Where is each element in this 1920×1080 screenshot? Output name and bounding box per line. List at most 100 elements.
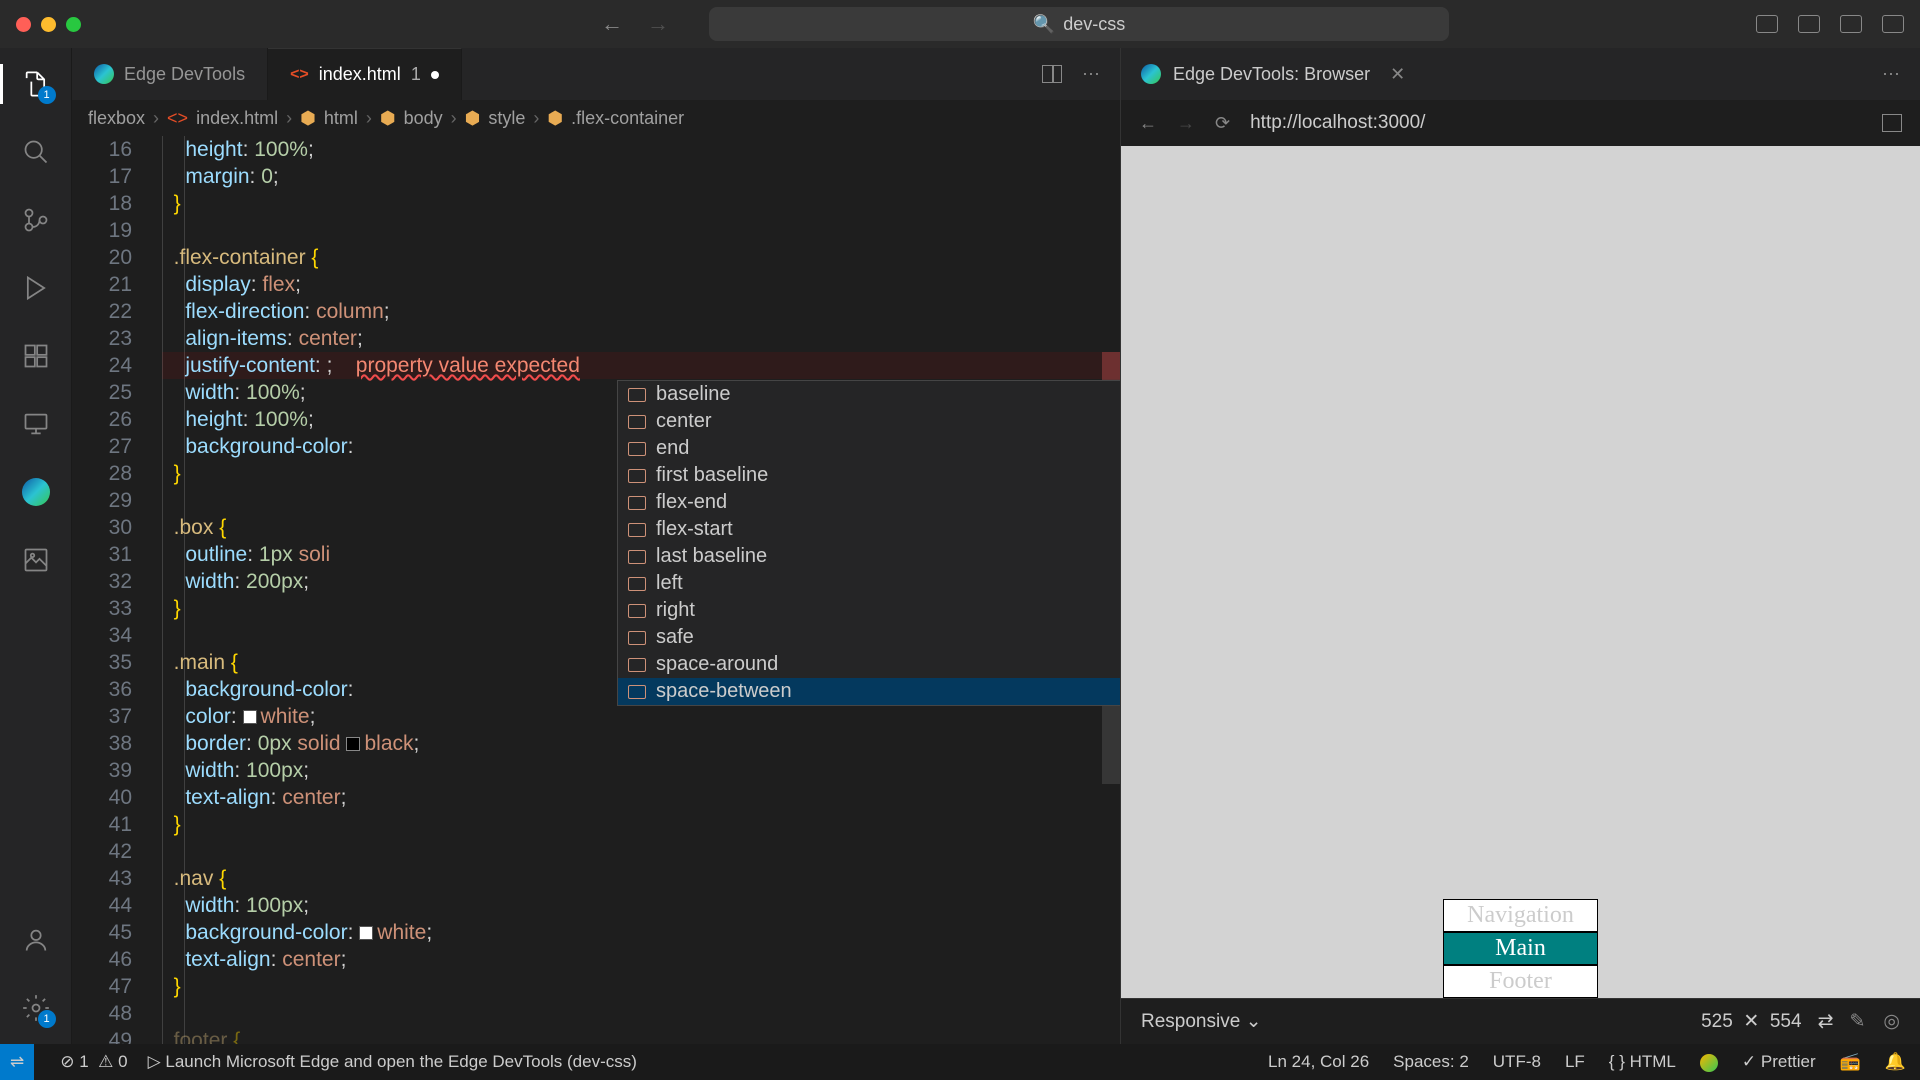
more-icon[interactable]: ⋯	[1882, 64, 1900, 85]
titlebar: ← → 🔍 dev-css	[0, 0, 1920, 48]
edge-devtools-icon[interactable]	[20, 476, 52, 508]
breadcrumb-item[interactable]: flexbox	[88, 108, 145, 129]
tab-label: Edge DevTools	[124, 64, 245, 85]
nav-back-button[interactable]: ←	[601, 11, 623, 37]
modified-indicator	[431, 71, 439, 79]
window-controls	[16, 17, 81, 32]
run-debug-icon[interactable]	[20, 272, 52, 304]
editor-area: Edge DevTools <> index.html 1 ⋯ flexbox›…	[72, 48, 1120, 1044]
autocomplete-popup[interactable]: baselinecenterendfirst baselineflex-endf…	[617, 380, 1120, 706]
responsive-dropdown[interactable]: Responsive ⌄	[1141, 1010, 1261, 1033]
autocomplete-item[interactable]: flex-end	[618, 489, 1120, 516]
prettier-status[interactable]: ✓ Prettier	[1742, 1052, 1816, 1072]
cursor-position[interactable]: Ln 24, Col 26	[1268, 1052, 1369, 1072]
browser-forward-icon[interactable]: →	[1177, 113, 1195, 134]
property-icon	[628, 658, 646, 672]
autocomplete-item[interactable]: baseline	[618, 381, 1120, 408]
tab-label: index.html	[319, 64, 401, 85]
remote-indicator[interactable]: ⇌	[0, 1044, 34, 1080]
browser-panel: Edge DevTools: Browser ✕ ⋯ ← → ⟳ http://…	[1120, 48, 1920, 1044]
maximize-window-button[interactable]	[66, 17, 81, 32]
explorer-icon[interactable]: 1	[20, 68, 52, 100]
property-icon	[628, 388, 646, 402]
property-icon	[628, 631, 646, 645]
property-icon	[628, 496, 646, 510]
breadcrumb-item[interactable]: style	[488, 108, 525, 129]
code-editor[interactable]: 1617181920212223242526272829303132333435…	[72, 136, 1120, 1044]
autocomplete-item[interactable]: last baseline	[618, 543, 1120, 570]
search-icon: 🔍	[1033, 14, 1055, 35]
tab-edge-devtools[interactable]: Edge DevTools	[72, 48, 268, 100]
layout-icon-4[interactable]	[1882, 15, 1904, 33]
indentation[interactable]: Spaces: 2	[1393, 1052, 1469, 1072]
close-tab-icon[interactable]: ✕	[1390, 64, 1405, 85]
html-file-icon: <>	[290, 66, 309, 84]
breadcrumb-item[interactable]: body	[404, 108, 443, 129]
browser-back-icon[interactable]: ←	[1139, 113, 1157, 134]
source-control-icon[interactable]	[20, 204, 52, 236]
eol[interactable]: LF	[1565, 1052, 1585, 1072]
language-mode[interactable]: { } HTML	[1609, 1052, 1676, 1072]
property-icon	[628, 685, 646, 699]
autocomplete-item[interactable]: flex-start	[618, 516, 1120, 543]
edge-icon	[1141, 64, 1161, 84]
extensions-icon[interactable]	[20, 340, 52, 372]
browser-viewport[interactable]: Navigation Main Footer	[1121, 146, 1920, 998]
browser-status: Responsive ⌄ 525 ✕ 554 ⇄ ✎ ◎	[1121, 998, 1920, 1044]
close-window-button[interactable]	[16, 17, 31, 32]
autocomplete-item[interactable]: first baseline	[618, 462, 1120, 489]
tab-index-html[interactable]: <> index.html 1	[268, 48, 462, 100]
rotate-icon[interactable]: ⇄	[1818, 1010, 1834, 1033]
search-activity-icon[interactable]	[20, 136, 52, 168]
launch-task[interactable]: ▷ Launch Microsoft Edge and open the Edg…	[148, 1052, 637, 1072]
preview-main: Main	[1443, 932, 1598, 965]
autocomplete-item[interactable]: right	[618, 597, 1120, 624]
property-icon	[628, 469, 646, 483]
breadcrumb[interactable]: flexbox› <>index.html› ⬢html› ⬢body› ⬢st…	[72, 100, 1120, 136]
property-icon	[628, 577, 646, 591]
screencast-icon[interactable]: ✎	[1849, 1010, 1865, 1033]
code-content[interactable]: height: 100%; margin: 0; } .flex-contain…	[162, 136, 1120, 1044]
feedback-icon[interactable]: 📻	[1840, 1052, 1861, 1072]
notifications-icon[interactable]: 🔔	[1885, 1052, 1906, 1072]
explorer-badge: 1	[38, 86, 56, 104]
split-editor-icon[interactable]	[1042, 65, 1062, 83]
breadcrumb-item[interactable]: .flex-container	[571, 108, 684, 129]
autocomplete-item[interactable]: end	[618, 435, 1120, 462]
browser-reload-icon[interactable]: ⟳	[1215, 113, 1230, 134]
minimize-window-button[interactable]	[41, 17, 56, 32]
property-icon	[628, 604, 646, 618]
edge-status-icon[interactable]	[1700, 1052, 1718, 1072]
autocomplete-item[interactable]: space-around	[618, 651, 1120, 678]
settings-badge: 1	[38, 1010, 56, 1028]
settings-gear-icon[interactable]: 1	[20, 992, 52, 1024]
command-center-search[interactable]: 🔍 dev-css	[709, 7, 1449, 41]
nav-forward-button[interactable]: →	[647, 11, 669, 37]
breadcrumb-item[interactable]: index.html	[196, 108, 278, 129]
viewport-dimensions: 525 ✕ 554	[1277, 1010, 1801, 1033]
autocomplete-item[interactable]: space-between	[618, 678, 1120, 705]
layout-icon-1[interactable]	[1756, 15, 1778, 33]
encoding[interactable]: UTF-8	[1493, 1052, 1541, 1072]
property-icon	[628, 550, 646, 564]
browser-tab: Edge DevTools: Browser ✕ ⋯	[1121, 48, 1920, 100]
breadcrumb-item[interactable]: html	[324, 108, 358, 129]
inspect-icon[interactable]: ◎	[1883, 1010, 1900, 1033]
more-actions-icon[interactable]: ⋯	[1082, 64, 1100, 85]
gallery-icon[interactable]	[20, 544, 52, 576]
remote-explorer-icon[interactable]	[20, 408, 52, 440]
autocomplete-item[interactable]: left	[618, 570, 1120, 597]
autocomplete-item[interactable]: center	[618, 408, 1120, 435]
problems-indicator[interactable]: ⊘ 1 ⚠ 0	[60, 1052, 127, 1072]
status-bar: ⇌ ⊘ 1 ⚠ 0 ▷ Launch Microsoft Edge and op…	[0, 1044, 1920, 1080]
open-devtools-icon[interactable]	[1882, 114, 1902, 132]
autocomplete-item[interactable]: safe	[618, 624, 1120, 651]
property-icon	[628, 442, 646, 456]
editor-tabs: Edge DevTools <> index.html 1 ⋯	[72, 48, 1120, 100]
accounts-icon[interactable]	[20, 924, 52, 956]
browser-url[interactable]: http://localhost:3000/	[1250, 112, 1425, 134]
edge-icon	[94, 64, 114, 84]
layout-icon-2[interactable]	[1798, 15, 1820, 33]
activity-bar: 1 1	[0, 48, 72, 1044]
layout-icon-3[interactable]	[1840, 15, 1862, 33]
